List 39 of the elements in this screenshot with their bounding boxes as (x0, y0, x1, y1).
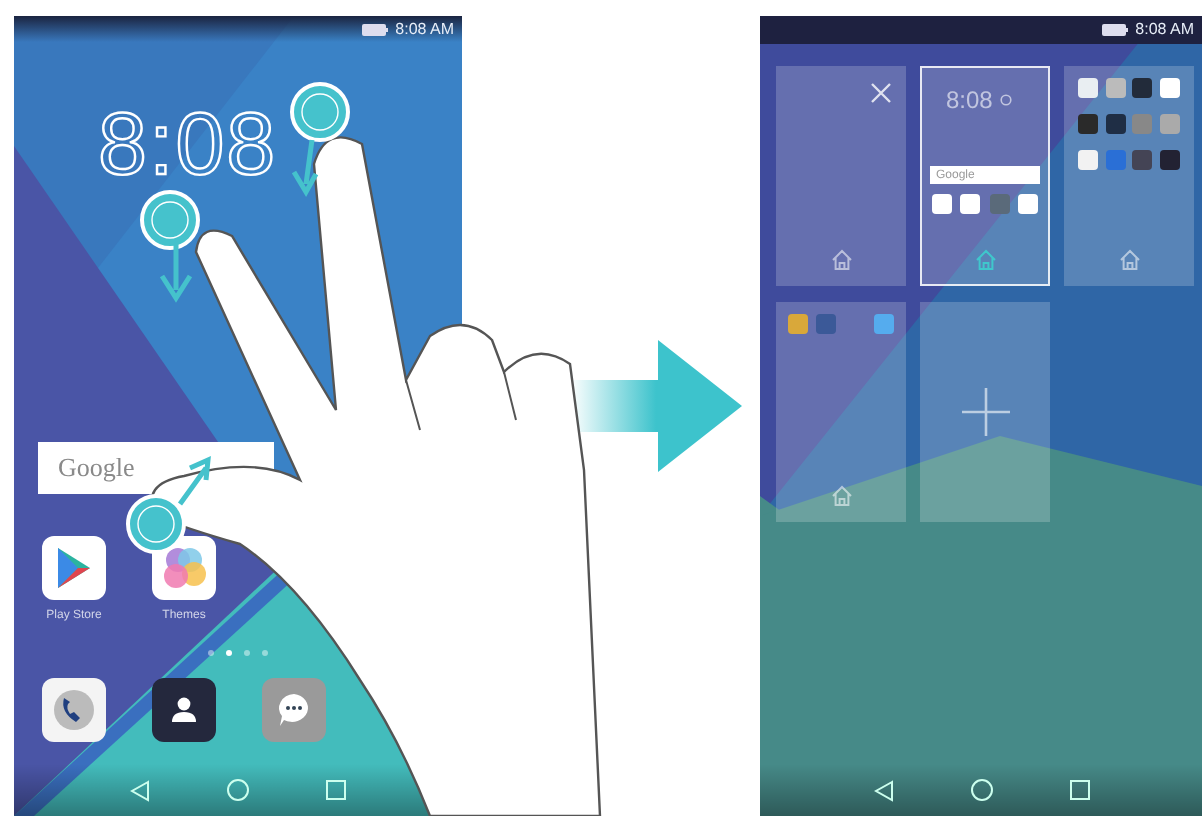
messages-app-icon[interactable] (262, 678, 326, 742)
status-time: 8:08 AM (1135, 20, 1194, 38)
mini-app-icon (960, 194, 981, 214)
mini-app-icon (1017, 194, 1038, 214)
home-icon (829, 248, 853, 272)
page-dot[interactable] (244, 650, 250, 656)
home-icon[interactable] (226, 778, 250, 802)
close-icon[interactable] (870, 82, 892, 104)
home-screen-page[interactable] (1064, 66, 1194, 286)
mini-app-icon (1159, 114, 1180, 134)
mini-app-icon (989, 194, 1010, 214)
phone-app-icon[interactable] (42, 678, 106, 742)
page-dot[interactable] (262, 650, 268, 656)
mini-app-icon (1159, 150, 1180, 170)
clock: 8:08 (98, 102, 278, 190)
mini-app-icon (932, 194, 952, 214)
status-time: 8:08 AM (395, 20, 454, 38)
mini-app-icon (1132, 78, 1153, 98)
mini-app-icon (1105, 150, 1126, 170)
home-icon (829, 484, 853, 508)
recent-apps-icon[interactable] (1069, 780, 1089, 800)
back-icon[interactable] (873, 779, 893, 801)
arrow-icon (570, 340, 742, 472)
home-icon (1117, 248, 1141, 272)
mini-app-icon (1132, 150, 1153, 170)
app-icon[interactable] (42, 536, 106, 600)
recent-apps-icon[interactable] (326, 780, 346, 800)
back-icon[interactable] (130, 779, 150, 801)
page-dot[interactable] (208, 650, 214, 656)
home-icon[interactable] (969, 778, 993, 802)
mini-app-icon (1105, 78, 1126, 98)
mini-app-icon (874, 314, 894, 334)
mini-clock: 8:08 (946, 86, 993, 114)
mini-app-icon (1105, 114, 1126, 134)
mini-app-icon (1132, 114, 1153, 134)
plus-icon[interactable] (961, 387, 1009, 435)
mini-app-icon (1159, 78, 1180, 98)
page-dot[interactable] (226, 650, 232, 656)
contacts-app-icon[interactable] (152, 678, 216, 742)
